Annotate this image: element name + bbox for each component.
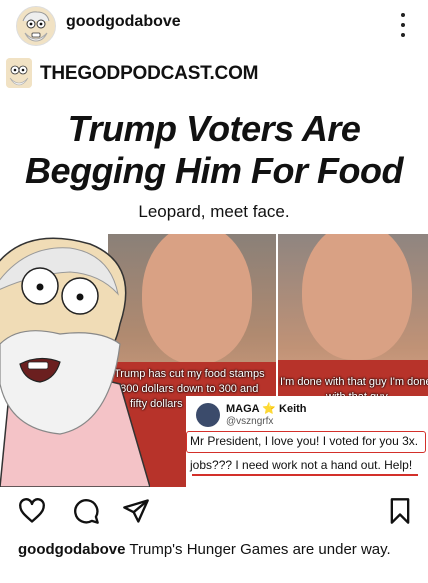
video-caption-right-1: I'm done with that guy I'm done: [280, 376, 428, 388]
post-image[interactable]: THEGODPODCAST.COM Trump Voters Are Beggi…: [0, 50, 428, 487]
cartoon-god-avatar-icon[interactable]: [16, 6, 56, 46]
more-vertical-icon[interactable]: [396, 13, 410, 37]
heart-icon[interactable]: [18, 497, 46, 525]
tweet-underline: [192, 474, 418, 476]
tweet-line-1: Mr President, I love you! I voted for yo…: [190, 434, 419, 448]
caption-username[interactable]: goodgodabove: [18, 541, 126, 558]
subheadline: Leopard, meet face.: [138, 202, 290, 221]
tweet-card: MAGA ⭐ Keith @vszngrfx Mr President, I l…: [186, 396, 428, 487]
headline-line-2: Begging Him For Food: [25, 150, 403, 191]
post-header: goodgodabove: [0, 0, 428, 50]
tweet-avatar: [196, 403, 220, 427]
brand-name: THEGODPODCAST.COM: [40, 63, 259, 84]
caption-text: Trump's Hunger Games are under way.: [125, 541, 391, 558]
brand-logo-icon: [6, 58, 32, 88]
tweet-handle: @vszngrfx: [226, 416, 274, 427]
comment-icon[interactable]: [72, 497, 100, 525]
tweet-name: MAGA ⭐ Keith: [226, 403, 307, 415]
bookmark-icon[interactable]: [386, 497, 414, 525]
cartoon-god-illustration: [0, 234, 150, 487]
send-icon[interactable]: [122, 497, 150, 525]
header-username[interactable]: goodgodabove: [66, 13, 181, 31]
headline-line-1: Trump Voters Are: [67, 108, 361, 149]
tweet-line-2: jobs??? I need work not a hand out. Help…: [190, 458, 413, 472]
post-caption: goodgodabove Trump's Hunger Games are un…: [18, 539, 410, 560]
